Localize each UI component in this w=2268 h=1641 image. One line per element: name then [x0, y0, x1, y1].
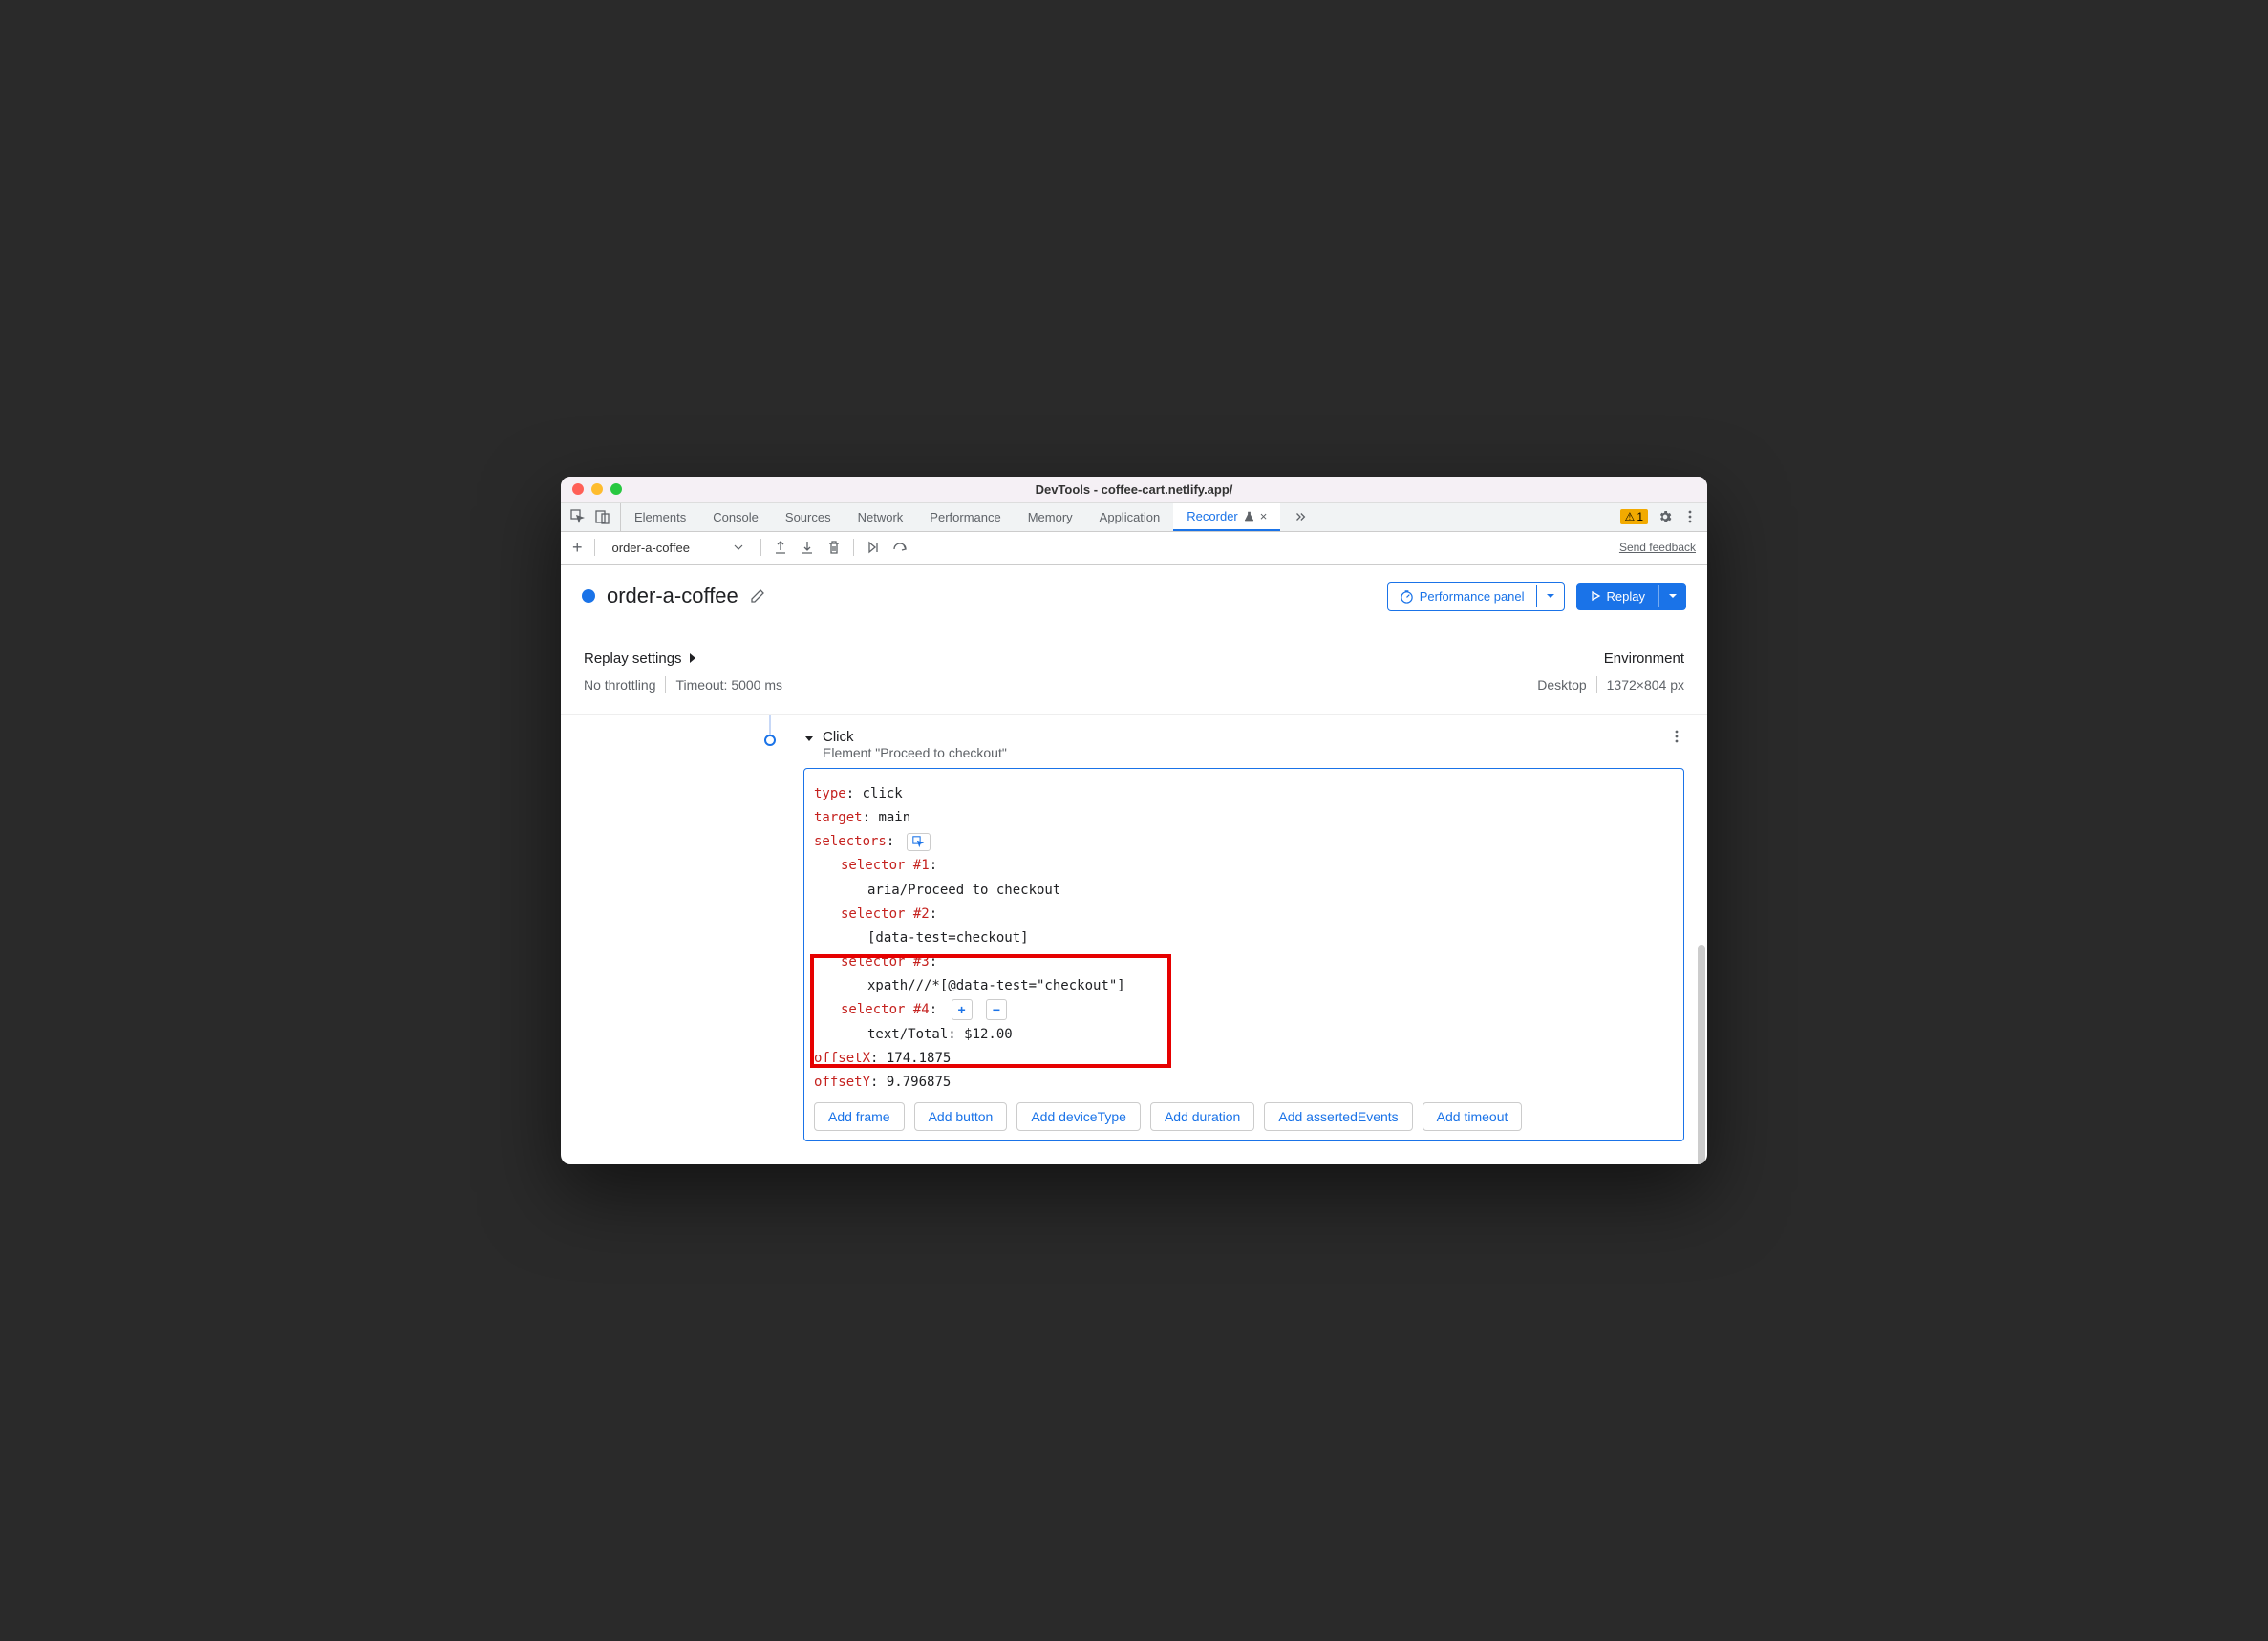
timeline-line — [769, 715, 771, 736]
send-feedback-link[interactable]: Send feedback — [1619, 541, 1696, 554]
selector-1-value[interactable]: aria/Proceed to checkout — [814, 879, 1674, 903]
add-selector-button[interactable]: + — [952, 999, 973, 1020]
environment-label: Environment — [1604, 650, 1684, 667]
tab-sources[interactable]: Sources — [772, 503, 845, 531]
import-icon[interactable] — [800, 540, 815, 555]
more-tabs-button[interactable] — [1280, 503, 1320, 531]
steps-area: Click Element "Proceed to checkout" type… — [561, 715, 1707, 1164]
devtools-window: DevTools - coffee-cart.netlify.app/ Elem… — [561, 477, 1707, 1164]
add-button-button[interactable]: Add button — [914, 1102, 1008, 1131]
tab-recorder-label: Recorder — [1187, 509, 1237, 523]
minimize-window-button[interactable] — [591, 483, 603, 495]
recording-name-label: order-a-coffee — [612, 541, 690, 555]
remove-selector-button[interactable]: − — [986, 999, 1007, 1020]
device-value: Desktop — [1537, 677, 1586, 693]
selector-1-label[interactable]: selector #1: — [814, 854, 1674, 878]
tab-elements[interactable]: Elements — [621, 503, 699, 531]
tab-console[interactable]: Console — [699, 503, 772, 531]
step-play-icon[interactable] — [866, 540, 881, 555]
tabs: Elements Console Sources Network Perform… — [621, 503, 1320, 531]
performance-panel-label: Performance panel — [1420, 589, 1525, 604]
step-over-icon[interactable] — [892, 540, 908, 555]
inspect-tools — [561, 503, 621, 531]
step-more-icon[interactable] — [1669, 729, 1684, 744]
replay-settings-toggle[interactable]: Replay settings — [584, 650, 782, 667]
add-buttons-row: Add frame Add button Add deviceType Add … — [814, 1102, 1674, 1131]
timeout-value: Timeout: 5000 ms — [675, 677, 782, 693]
throttling-value: No throttling — [584, 677, 655, 693]
replay-settings-label: Replay settings — [584, 650, 682, 667]
close-window-button[interactable] — [572, 483, 584, 495]
warning-count: 1 — [1637, 510, 1643, 523]
scrollbar[interactable] — [1698, 945, 1705, 1164]
settings-row: Replay settings No throttling Timeout: 5… — [561, 629, 1707, 715]
pick-element-icon[interactable] — [907, 833, 931, 851]
add-assertedevents-button[interactable]: Add assertedEvents — [1264, 1102, 1412, 1131]
field-offsety[interactable]: offsetY: 9.796875 — [814, 1071, 1674, 1095]
recording-selector[interactable]: order-a-coffee — [607, 539, 749, 557]
tab-application[interactable]: Application — [1086, 503, 1174, 531]
tab-memory[interactable]: Memory — [1015, 503, 1086, 531]
export-icon[interactable] — [773, 540, 788, 555]
inspect-element-icon[interactable] — [570, 509, 586, 524]
replay-dropdown[interactable] — [1658, 585, 1686, 607]
settings-icon[interactable] — [1658, 509, 1673, 524]
play-icon — [1590, 590, 1601, 602]
replay-button[interactable]: Replay — [1576, 583, 1686, 610]
field-offsetx[interactable]: offsetX: 174.1875 — [814, 1047, 1674, 1071]
performance-icon — [1400, 589, 1414, 604]
step-header[interactable]: Click Element "Proceed to checkout" — [803, 725, 1684, 768]
add-frame-button[interactable]: Add frame — [814, 1102, 905, 1131]
step-title: Click — [823, 729, 1007, 745]
maximize-window-button[interactable] — [610, 483, 622, 495]
recorder-toolbar: + order-a-coffee Send feedback — [561, 532, 1707, 565]
edit-title-icon[interactable] — [750, 588, 765, 604]
selector-4-value[interactable]: text/Total: $12.00 — [814, 1023, 1674, 1047]
performance-panel-button[interactable]: Performance panel — [1387, 582, 1565, 611]
traffic-lights — [572, 483, 622, 495]
delete-icon[interactable] — [826, 540, 842, 555]
warning-icon: ⚠ — [1625, 510, 1636, 523]
performance-panel-dropdown[interactable] — [1536, 585, 1564, 607]
close-tab-icon[interactable]: × — [1260, 509, 1268, 523]
kebab-menu-icon[interactable] — [1682, 509, 1698, 524]
selector-4-label[interactable]: selector #4: + − — [814, 998, 1674, 1022]
devtools-tabbar: Elements Console Sources Network Perform… — [561, 503, 1707, 532]
warnings-badge[interactable]: ⚠ 1 — [1620, 509, 1648, 524]
dimensions-value: 1372×804 px — [1607, 677, 1684, 693]
replay-label: Replay — [1607, 589, 1645, 604]
selector-2-value[interactable]: [data-test=checkout] — [814, 927, 1674, 950]
recording-title: order-a-coffee — [607, 584, 738, 608]
field-target[interactable]: target: main — [814, 806, 1674, 830]
step-subtitle: Element "Proceed to checkout" — [823, 745, 1007, 760]
new-recording-icon[interactable]: + — [572, 538, 583, 558]
timeline-dot — [764, 735, 776, 746]
selector-3-label[interactable]: selector #3: — [814, 950, 1674, 974]
add-duration-button[interactable]: Add duration — [1150, 1102, 1254, 1131]
recording-status-dot — [582, 589, 595, 603]
selector-2-label[interactable]: selector #2: — [814, 903, 1674, 927]
tab-network[interactable]: Network — [845, 503, 917, 531]
window-title: DevTools - coffee-cart.netlify.app/ — [561, 482, 1707, 497]
selector-3-value[interactable]: xpath///*[@data-test="checkout"] — [814, 974, 1674, 998]
add-devicetype-button[interactable]: Add deviceType — [1016, 1102, 1141, 1131]
experiment-icon — [1244, 511, 1254, 522]
tab-recorder[interactable]: Recorder × — [1173, 503, 1280, 531]
device-toolbar-icon[interactable] — [595, 509, 610, 524]
right-tools: ⚠ 1 — [1611, 503, 1707, 531]
add-timeout-button[interactable]: Add timeout — [1423, 1102, 1523, 1131]
field-type[interactable]: type: click — [814, 782, 1674, 806]
tab-performance[interactable]: Performance — [916, 503, 1014, 531]
titlebar: DevTools - coffee-cart.netlify.app/ — [561, 477, 1707, 503]
recording-header: order-a-coffee Performance panel Replay — [561, 565, 1707, 629]
field-selectors: selectors: — [814, 830, 1674, 854]
step-detail-box: type: click target: main selectors: sele… — [803, 768, 1684, 1141]
